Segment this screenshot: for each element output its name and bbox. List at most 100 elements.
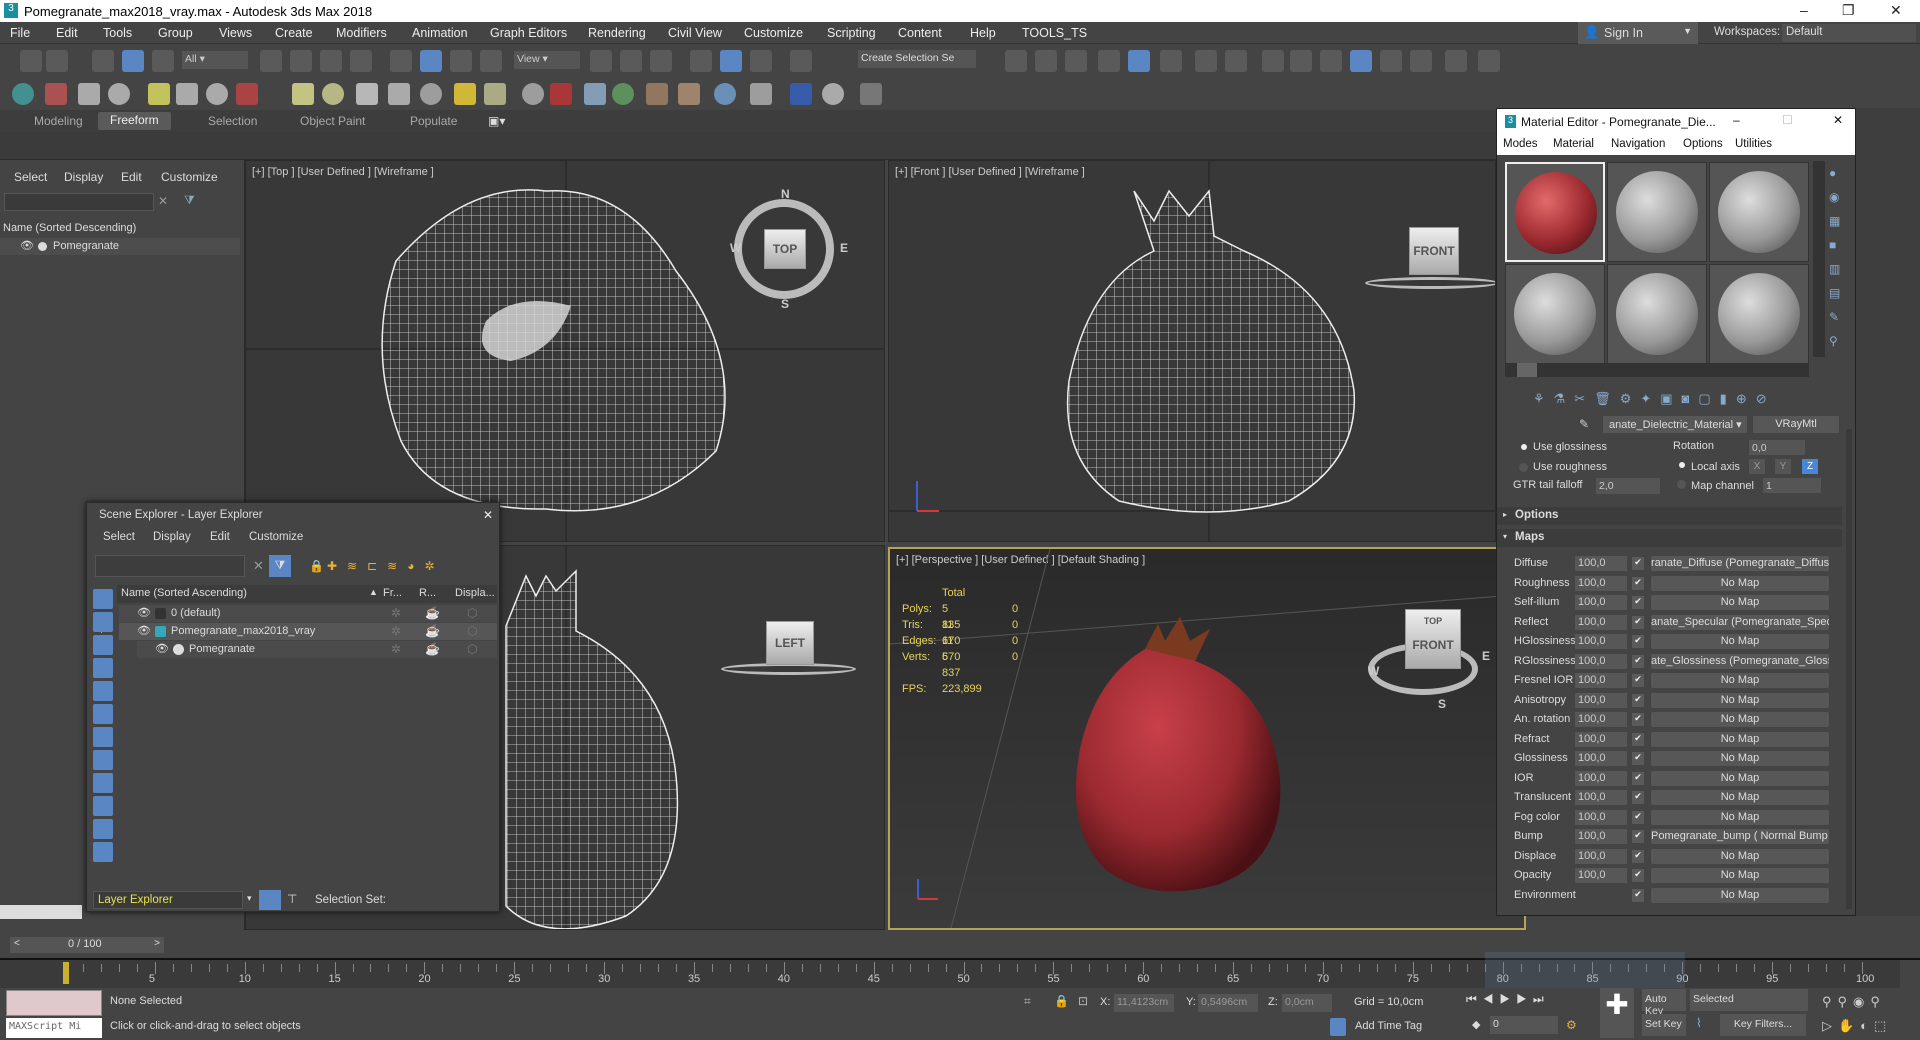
toolbar-button-icon[interactable]	[152, 50, 174, 72]
map-enabled-checkbox[interactable]: ✔	[1632, 752, 1644, 765]
rotation-spinner[interactable]: 0,0	[1749, 440, 1805, 455]
mini-listener[interactable]	[6, 990, 102, 1016]
search-input[interactable]	[95, 555, 245, 577]
toolbar-button-icon[interactable]	[620, 50, 642, 72]
material-sample-slot[interactable]	[1505, 264, 1605, 364]
map-amount-spinner[interactable]: 100,0	[1575, 829, 1627, 844]
renderable-teapot-icon[interactable]: ☕	[425, 642, 440, 656]
toolbar-button-icon[interactable]	[1478, 50, 1500, 72]
renderable-teapot-icon[interactable]: ☕	[425, 624, 440, 638]
menu-file[interactable]: File	[10, 26, 30, 40]
map-amount-spinner[interactable]: 100,0	[1575, 653, 1627, 669]
toolbar-button-icon[interactable]	[108, 83, 130, 105]
viewport-navigation-icons[interactable]: ⚲⚲◉⚲ ▷✋◐⬚	[1822, 990, 1892, 1038]
gtr-spinner[interactable]: 2,0	[1596, 478, 1660, 494]
current-frame-spinner[interactable]: 0	[1490, 1016, 1558, 1034]
toolbar-button-icon[interactable]	[356, 83, 378, 105]
ribbon-options-icon[interactable]: ▣▾	[488, 114, 505, 128]
toolbar-button-icon[interactable]	[1445, 50, 1467, 72]
menu-customize[interactable]: Customize	[161, 170, 218, 184]
map-slot-button[interactable]: No Map	[1651, 692, 1829, 708]
minimize-button[interactable]: –	[1800, 2, 1808, 18]
toolbar-button-icon[interactable]	[1410, 50, 1432, 72]
rollout-maps[interactable]: ▾ Maps	[1497, 529, 1842, 547]
key-filters-button[interactable]: Key Filters...	[1720, 1014, 1806, 1036]
toolbar-button-icon[interactable]	[260, 50, 282, 72]
toolbar-button-icon[interactable]	[78, 83, 100, 105]
freeze-icon[interactable]: ✲	[391, 642, 401, 656]
toolbar-button-icon[interactable]	[1035, 50, 1057, 72]
axis-y-button[interactable]: Y	[1775, 459, 1791, 474]
map-enabled-checkbox[interactable]: ✔	[1632, 635, 1644, 648]
toolbar-button-icon[interactable]	[236, 83, 258, 105]
column-display[interactable]: Displa...	[455, 587, 495, 599]
toolbar-button-icon[interactable]	[1320, 50, 1342, 72]
material-sample-slot[interactable]	[1709, 264, 1809, 364]
viewcube[interactable]: LEFT	[766, 621, 814, 665]
map-amount-spinner[interactable]: 100,0	[1575, 575, 1627, 591]
visibility-eye-icon[interactable]: 👁	[137, 606, 151, 619]
material-sample-slot[interactable]	[1505, 162, 1605, 262]
menu-display[interactable]: Display	[64, 170, 103, 184]
map-enabled-checkbox[interactable]: ✔	[1632, 615, 1644, 629]
toolbar-button-icon[interactable]	[612, 83, 634, 105]
tab-populate[interactable]: Populate	[410, 114, 457, 128]
toolbar-button-icon[interactable]	[176, 83, 198, 105]
map-enabled-checkbox[interactable]: ✔	[1632, 557, 1644, 570]
map-slot-button[interactable]: No Map	[1651, 673, 1829, 688]
toolbar-button-icon[interactable]	[790, 83, 812, 105]
search-input[interactable]	[4, 193, 154, 211]
layer-mode-button[interactable]	[259, 890, 281, 910]
column-header-name[interactable]: Name (Sorted Descending)	[3, 222, 136, 234]
viewcube[interactable]: TOP	[764, 229, 806, 269]
close-button[interactable]: ✕	[1890, 2, 1902, 19]
radio-use-roughness[interactable]	[1519, 463, 1528, 472]
toolbar-button-icon[interactable]	[1160, 50, 1182, 72]
menu-material[interactable]: Material	[1553, 138, 1594, 150]
menu-create[interactable]: Create	[275, 26, 313, 40]
axis-x-button[interactable]: X	[1749, 459, 1765, 474]
toolbar-button-icon[interactable]	[522, 83, 544, 105]
menu-modifiers[interactable]: Modifiers	[336, 26, 387, 40]
tab-modeling[interactable]: Modeling	[34, 114, 83, 128]
explorer-filter-icon[interactable]	[93, 658, 113, 678]
table-row[interactable]: 👁 Pomegranate ✲ ☕ ⬡	[137, 641, 497, 658]
z-coordinate-field[interactable]: 0,0cm	[1282, 994, 1332, 1012]
selection-lock-icon[interactable]: 🔒	[1054, 994, 1069, 1008]
map-amount-spinner[interactable]: 100,0	[1575, 692, 1627, 708]
toolbar-button-icon[interactable]	[480, 50, 502, 72]
map-slot-button[interactable]: No Map	[1651, 868, 1829, 883]
material-sample-slot[interactable]	[1709, 162, 1809, 262]
add-time-tag-button[interactable]: Add Time Tag	[1355, 1020, 1422, 1032]
tab-freeform[interactable]: Freeform	[98, 112, 171, 130]
layer-tools-icons[interactable]: ✚≋⊏≋◕✲	[327, 559, 445, 573]
slots-vertical-scrollbar[interactable]	[1813, 161, 1825, 357]
map-amount-spinner[interactable]: 100,0	[1575, 731, 1627, 747]
toolbar-button-icon[interactable]	[206, 83, 228, 105]
menu-tools[interactable]: Tools	[103, 26, 132, 40]
map-enabled-checkbox[interactable]: ✔	[1632, 732, 1644, 746]
toolbar-button-icon[interactable]	[1380, 50, 1402, 72]
map-enabled-checkbox[interactable]: ✔	[1632, 674, 1644, 687]
toolbar-button-icon[interactable]	[650, 50, 672, 72]
visibility-eye-icon[interactable]: 👁	[20, 239, 34, 252]
map-amount-spinner[interactable]: 100,0	[1575, 634, 1627, 649]
freeze-icon[interactable]: ✲	[391, 624, 401, 638]
axis-z-button[interactable]: Z	[1802, 459, 1818, 474]
filter-icon[interactable]: ⧩	[184, 193, 195, 208]
eyedropper-icon[interactable]: ✎	[1579, 417, 1589, 431]
radio-map-channel[interactable]	[1677, 480, 1686, 489]
tab-selection[interactable]: Selection	[208, 114, 257, 128]
toolbar-button-icon[interactable]	[584, 83, 606, 105]
isolate-icon[interactable]: ⌗	[1024, 994, 1031, 1009]
map-slot-button[interactable]: No Map	[1651, 887, 1829, 903]
viewport-front[interactable]: [+] [Front ] [User Defined ] [Wireframe …	[888, 160, 1496, 542]
toolbar-button-icon[interactable]	[1262, 50, 1284, 72]
set-key-button[interactable]: Set Key	[1642, 1014, 1686, 1036]
map-slot-button[interactable]: ranate_Diffuse (Pomegranate_Diffuse	[1651, 556, 1829, 571]
clear-search-icon[interactable]: ✕	[158, 194, 168, 208]
map-amount-spinner[interactable]: 100,0	[1575, 848, 1627, 864]
toolbar-button-icon[interactable]	[646, 83, 668, 105]
toolbar-button-icon[interactable]	[1225, 50, 1247, 72]
display-box-icon[interactable]: ⬡	[467, 642, 477, 656]
